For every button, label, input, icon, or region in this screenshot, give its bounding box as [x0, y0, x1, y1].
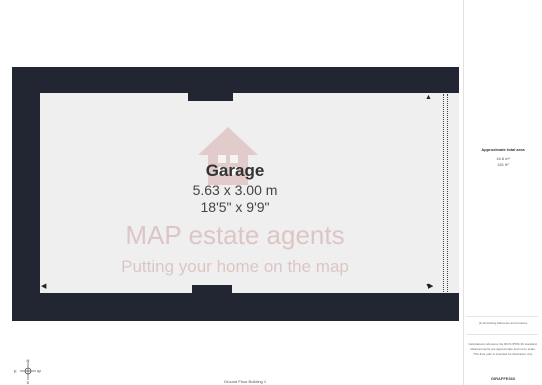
calculation-note: Calculations reference the RICS IPMS 3C …	[468, 342, 538, 356]
floorplan-canvas: ▲ ▼ ◀ ▶ Garage 5.63 x 3.00 m 18'5" x 9'9…	[0, 0, 463, 385]
watermark-title: MAP estate agents	[125, 220, 345, 250]
brand-logo: GIRAFFE360	[490, 376, 516, 381]
compass-n: N	[27, 358, 30, 363]
dimension-arrow-right-icon: ▶	[428, 283, 434, 290]
dimension-arrow-left-icon: ◀	[41, 283, 47, 290]
watermark-tagline: Putting your home on the map	[121, 257, 349, 276]
area-metric: 16.8 m²	[496, 156, 510, 161]
compass-e: E	[14, 369, 17, 374]
area-imperial: 181 ft²	[497, 162, 509, 167]
wall-pier-bottom	[192, 285, 232, 293]
wall-pier-top	[188, 93, 233, 101]
garage-door-line	[443, 94, 448, 292]
area-title: Approximate total area	[481, 147, 525, 152]
panel-divider-1	[466, 316, 538, 317]
floor-label: Ground Floor Building 1	[223, 379, 267, 384]
info-panel	[463, 0, 542, 385]
room-dimensions-metric: 5.63 x 3.00 m	[192, 182, 278, 198]
excluding-note: (1) Excluding balconies and terraces	[478, 321, 528, 325]
room-label: Garage 5.63 x 3.00 m 18'5" x 9'9"	[150, 160, 320, 216]
compass-icon: N S E W	[14, 358, 41, 384]
compass-s: S	[27, 380, 30, 384]
room-name: Garage	[205, 161, 265, 180]
compass-w: W	[37, 369, 41, 374]
room-dimensions-imperial: 18'5" x 9'9"	[200, 199, 270, 215]
dimension-arrow-up-icon: ▲	[425, 94, 432, 101]
panel-divider-2	[466, 334, 538, 335]
